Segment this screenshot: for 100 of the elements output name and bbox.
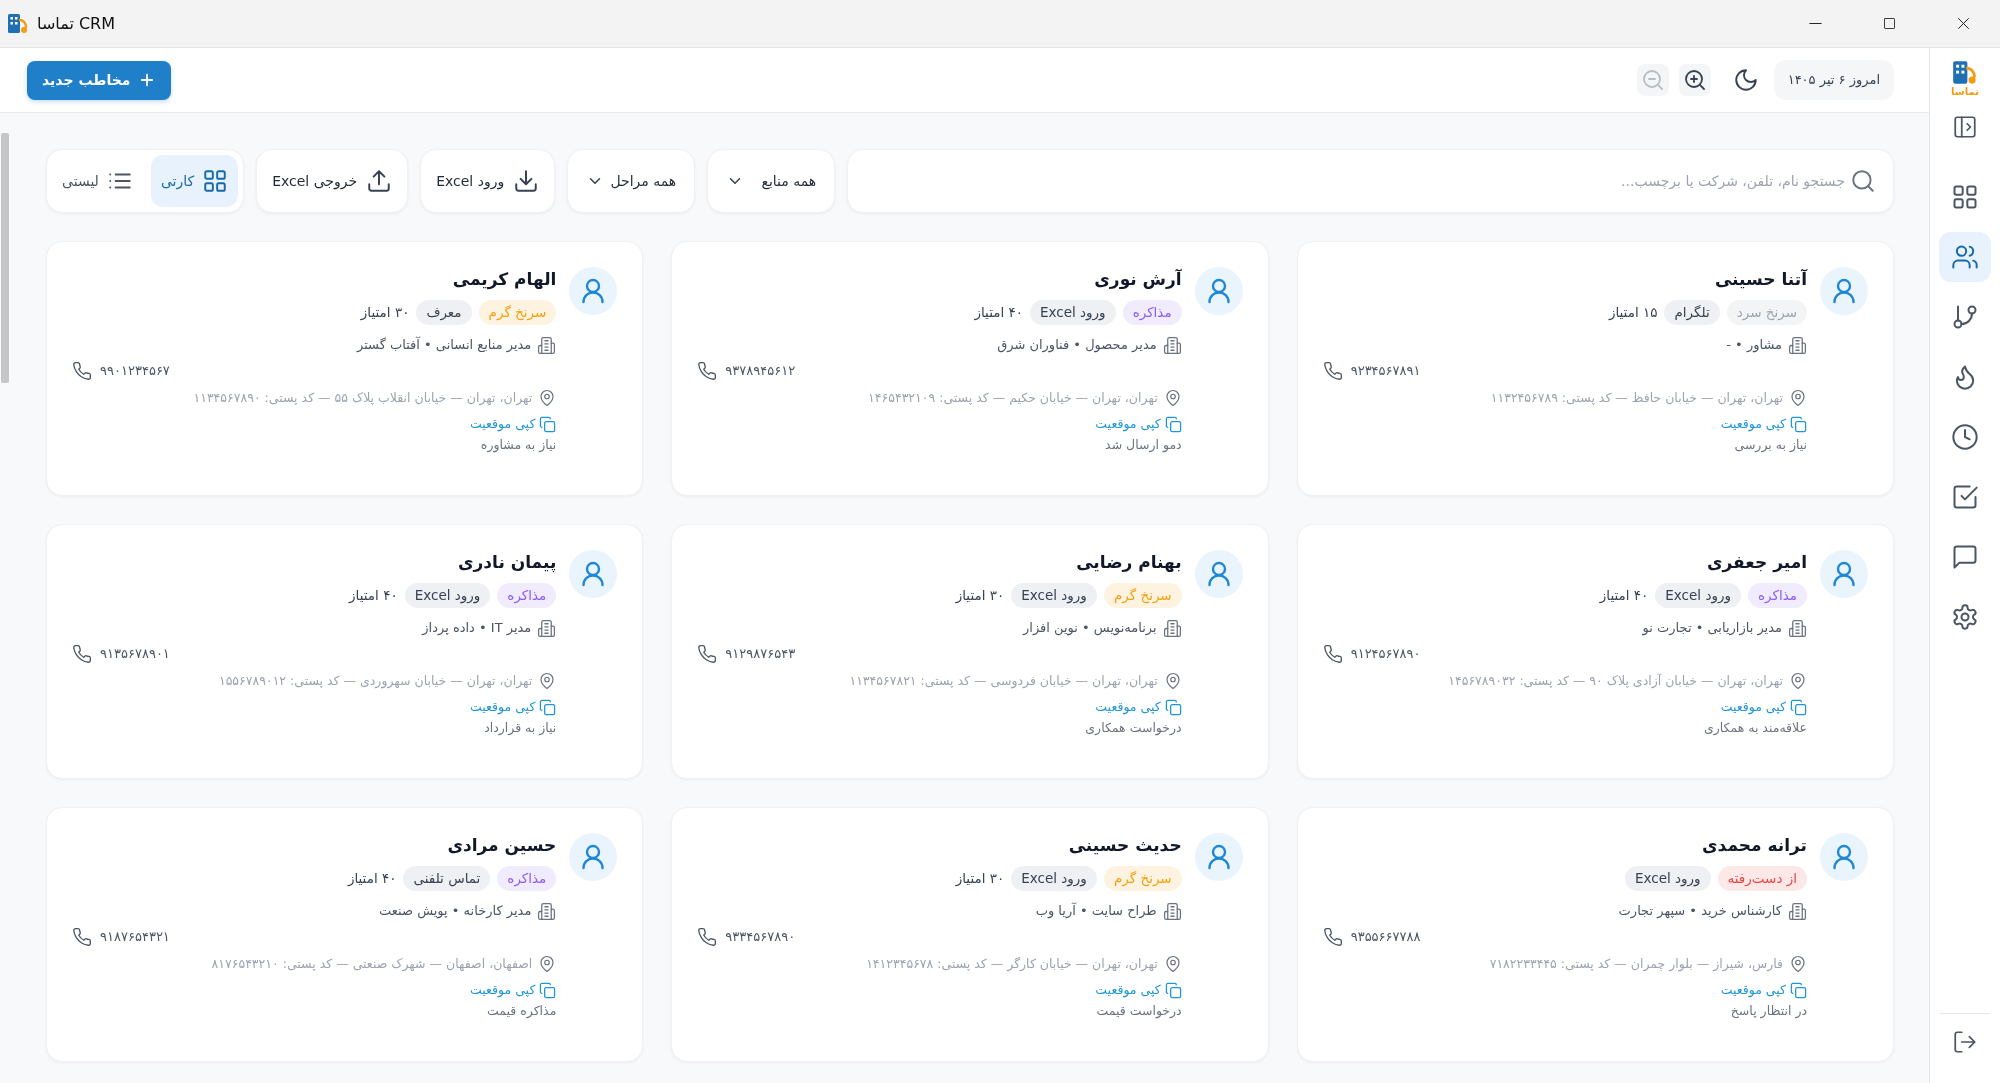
phone-icon [72,927,92,947]
contact-name: پیمان نادری [457,551,557,574]
phone-icon [72,361,92,381]
address-text: تهران، تهران — خیابان حکیم — کد پستی: ۱۴۶۵۴۳۲۱۰۹ [868,388,1158,408]
location-pin-icon [1163,389,1182,407]
stage-tag: سرنخ گرم [1103,582,1182,608]
score-label: ۳۰ امتیاز [360,302,410,323]
scrollbar-thumb[interactable] [1,133,9,383]
building-icon [537,901,557,921]
grid-icon [202,168,229,194]
job-title: برنامه‌نویس • نوین افزار [1023,619,1157,638]
copy-icon [539,698,557,716]
address-text: تهران، تهران — خیابان حافظ — کد پستی: ۱۱۳۲۴۵۶۷۸۹ [1490,388,1783,408]
building-icon [537,618,557,638]
contact-name: ترانه محمدی [1702,834,1807,857]
job-title: مدیر بازاریابی • تجارت نو [1642,619,1782,638]
source-tag: ورود Excel [1030,299,1116,325]
avatar-icon [1820,550,1868,598]
copy-location-link[interactable]: کپی موقعیت [1095,697,1182,717]
copy-location-link[interactable]: کپی موقعیت [1095,414,1182,434]
search-field[interactable]: جستجو نام، تلفن، شرکت یا برچسب... [847,149,1894,213]
app-logo-icon [7,12,29,35]
excel-import-button[interactable]: ورود Excel [420,149,556,213]
note-text: نیاز به قرارداد [484,719,557,737]
copy-icon [539,415,557,433]
avatar-icon [569,550,618,598]
phone-icon [697,644,718,664]
copy-location-link[interactable]: کپی موقعیت [1095,980,1182,1000]
phone-number: ۹۱۲۴۵۶۷۸۹۰ [1350,645,1421,664]
avatar-icon [1820,833,1868,881]
note-text: نیاز به بررسی [1734,436,1807,454]
copy-location-link[interactable]: کپی موقعیت [1720,697,1807,717]
contact-name: حدیث حسینی [1068,834,1182,857]
building-icon [1162,618,1182,638]
view-tab[interactable]: کارتی [150,155,239,207]
job-title: کارشناس خرید • سپهر تجارت [1618,902,1782,921]
location-pin-icon [1789,955,1807,973]
copy-location-link[interactable]: کپی موقعیت [470,414,557,434]
copy-icon [1164,981,1182,999]
logout-icon[interactable] [1952,1029,1978,1055]
phone-number: ۹۱۳۵۶۷۸۹۰۱ [100,645,170,664]
excel-export-button[interactable]: خروجی Excel [256,149,409,213]
zoom-in-icon [1682,68,1707,92]
location-pin-icon [1789,672,1807,690]
location-pin-icon [538,955,557,973]
avatar-icon [1820,267,1868,315]
settings-icon [1951,603,1979,631]
address-text: تهران، تهران — خیابان انقلاب پلاک ۵۵ — کد پستی: ۱۱۳۴۵۶۷۸۹۰ [193,388,533,408]
source-tag: ورود Excel [1011,865,1097,891]
sidebar-nav-button[interactable] [1939,232,1991,282]
score-label: ۴۰ امتیاز [347,868,397,888]
checkbox-icon [1951,483,1979,511]
stage-tag: مذاکره [497,582,557,608]
copy-icon [1164,415,1182,433]
note-text: درخواست همکاری [1085,719,1182,737]
filter-dropdown[interactable]: همه منابع [707,149,836,213]
avatar-icon [569,833,618,881]
score-label: ۳۰ امتیاز [955,868,1005,889]
avatar-icon [569,267,618,315]
stage-tag: سرنخ گرم [478,299,557,325]
copy-location-link[interactable]: کپی موقعیت [470,697,557,717]
address-text: فارس، شیراز — بلوار چمران — کد پستی: ۷۱۸۲۲۳۳۴۴۵ [1489,954,1783,974]
copy-location-link[interactable]: کپی موقعیت [1720,414,1807,434]
copy-icon [1790,698,1807,716]
copy-location-link[interactable]: کپی موقعیت [1720,980,1807,1000]
building-icon [1162,901,1182,921]
zoom-in-button[interactable] [1678,64,1711,96]
phone-number: ۹۱۸۷۶۵۴۳۲۱ [100,928,170,947]
avatar-icon [1194,833,1243,881]
new-contact-button[interactable]: مخاطب جدید [27,60,172,100]
users-icon [1951,243,1979,271]
address-text: اصفهان، اصفهان — شهرک صنعتی — کد پستی: ۸۱۷۶۵۴۳۲۱۰ [211,954,533,974]
avatar-icon [1194,550,1243,598]
contact-name: الهام کریمی [452,268,557,291]
location-pin-icon [1163,672,1182,690]
job-title: مدیر محصول • فناوران شرق [997,336,1157,355]
source-tag: ورود Excel [1655,582,1741,608]
building-icon [1788,618,1807,638]
phone-icon [697,361,718,381]
source-tag: ورود Excel [404,582,491,608]
filter-dropdown[interactable]: همه مراحل [567,149,696,213]
phone-icon [697,927,718,947]
job-title: مدیر منابع انسانی • آفتاب گستر [356,335,532,355]
app-logo-icon [1952,60,1978,86]
contact-name: امیر جعفری [1706,551,1807,574]
copy-location-link[interactable]: کپی موقعیت [470,980,557,1000]
moon-icon[interactable] [1732,67,1759,93]
job-title: مدیر کارخانه • پویش صنعت [379,902,532,921]
view-tab[interactable]: لیستی [52,155,143,207]
note-text: درخواست قیمت [1096,1002,1182,1020]
stage-tag: مذاکره [1122,299,1182,325]
maximize-icon[interactable] [1881,16,1897,31]
stage-tag: سرنخ سرد [1726,299,1807,325]
clock-icon [1951,423,1979,451]
sidebar-toggle-icon[interactable] [1952,114,1978,140]
upload-icon [366,168,393,194]
copy-icon [539,981,557,999]
phone-number: ۹۱۲۹۸۷۶۵۴۳ [725,645,796,664]
stage-tag: مذاکره [1747,582,1807,608]
location-pin-icon [1789,389,1807,407]
